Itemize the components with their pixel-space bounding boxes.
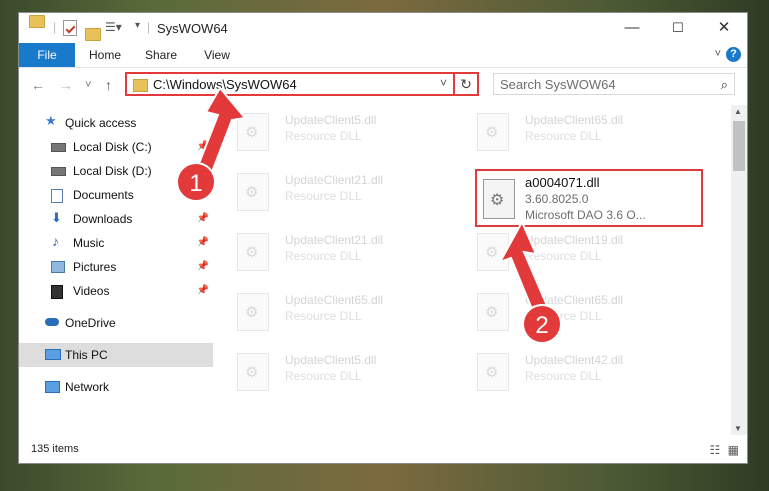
arrow-to-file	[497, 219, 550, 316]
arrow-to-address-bar	[196, 86, 247, 174]
step-2-badge: 2	[522, 304, 562, 344]
annotation-arrows	[196, 86, 550, 316]
step-1-badge: 1	[176, 162, 216, 202]
